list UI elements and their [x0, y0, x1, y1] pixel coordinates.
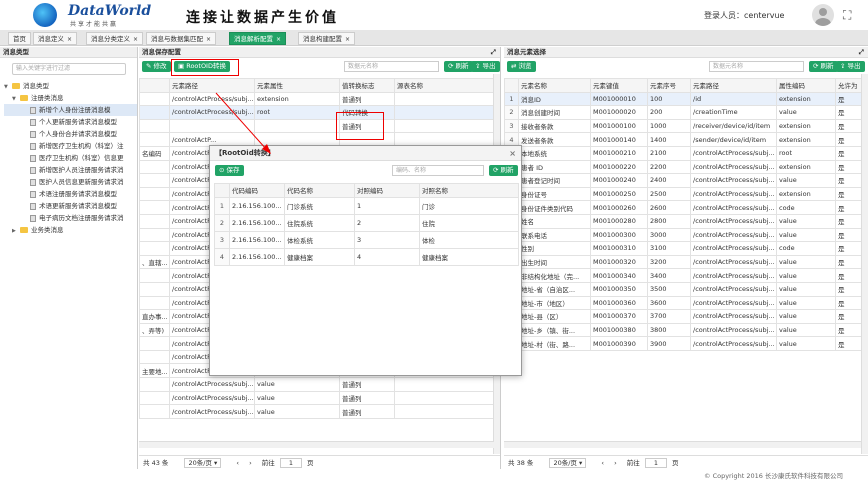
annotation-arrow [215, 92, 271, 154]
copyright: © Copyright 2016 长沙康氏软件科技有限公司 [704, 472, 844, 480]
